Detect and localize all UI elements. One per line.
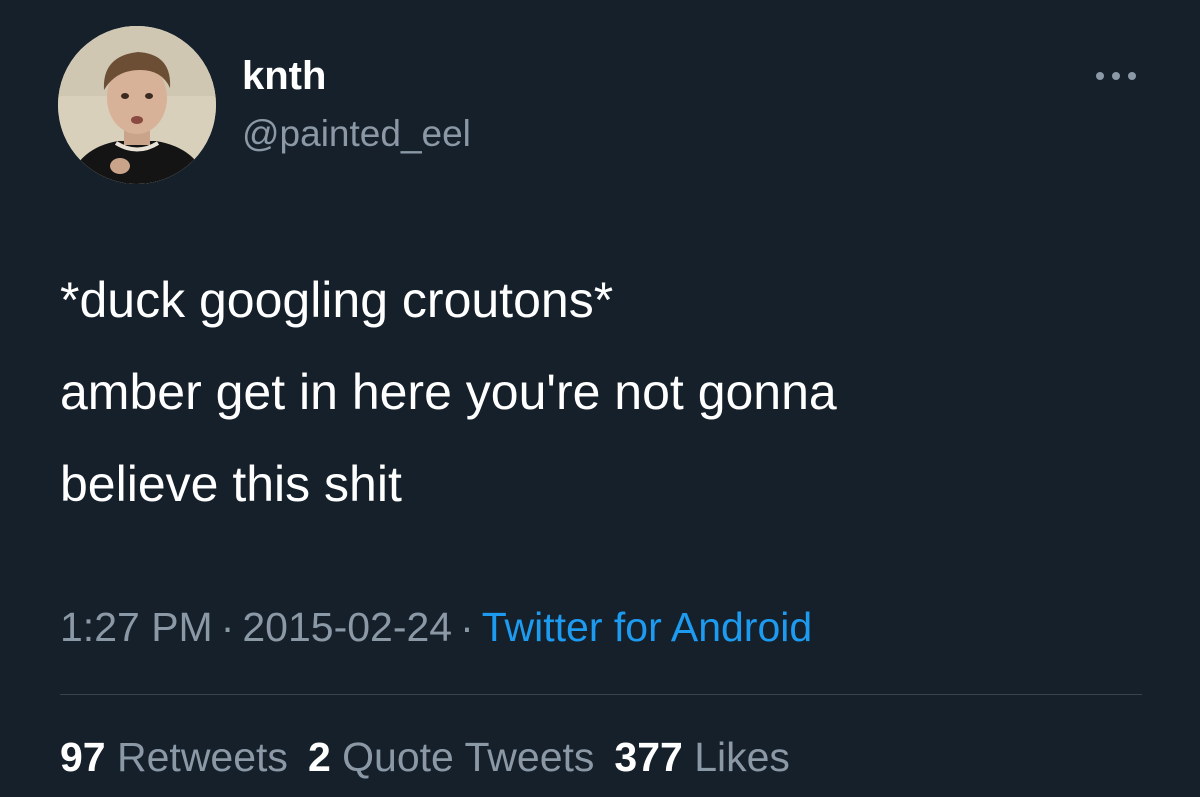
- retweets-label: Retweets: [117, 734, 288, 780]
- likes-count: 377: [614, 734, 683, 780]
- tweet-text-line: believe this shit: [60, 456, 402, 512]
- tweet-text: *duck googling croutons* amber get in he…: [60, 254, 1160, 530]
- display-name[interactable]: knth: [242, 52, 326, 100]
- profile-photo-icon: [58, 26, 216, 184]
- tweet-meta: 1:27 PM · 2015-02-24 · Twitter for Android: [60, 602, 812, 652]
- tweet-time[interactable]: 1:27 PM: [60, 604, 213, 650]
- divider: [60, 694, 1142, 695]
- tweet-stats: 97 Retweets 2 Quote Tweets 377 Likes: [60, 732, 810, 782]
- tweet-text-line: *duck googling croutons*: [60, 272, 614, 328]
- meta-separator: ·: [220, 604, 235, 650]
- quote-tweets-label: Quote Tweets: [342, 734, 595, 780]
- avatar[interactable]: [58, 26, 216, 184]
- more-horizontal-icon[interactable]: [1092, 66, 1140, 86]
- tweet-source-link[interactable]: Twitter for Android: [482, 604, 812, 650]
- tweet-text-line: amber get in here you're not gonna: [60, 364, 837, 420]
- likes-stat[interactable]: 377 Likes: [614, 734, 790, 780]
- retweets-count: 97: [60, 734, 106, 780]
- retweets-stat[interactable]: 97 Retweets: [60, 734, 288, 780]
- meta-separator: ·: [460, 604, 474, 650]
- tweet-date[interactable]: 2015-02-24: [242, 604, 452, 650]
- likes-label: Likes: [694, 734, 790, 780]
- quote-tweets-count: 2: [307, 734, 331, 780]
- quote-tweets-stat[interactable]: 2 Quote Tweets: [308, 734, 594, 780]
- tweet-detail: knth @painted_eel *duck googling crouton…: [0, 0, 1200, 797]
- user-handle[interactable]: @painted_eel: [242, 112, 471, 156]
